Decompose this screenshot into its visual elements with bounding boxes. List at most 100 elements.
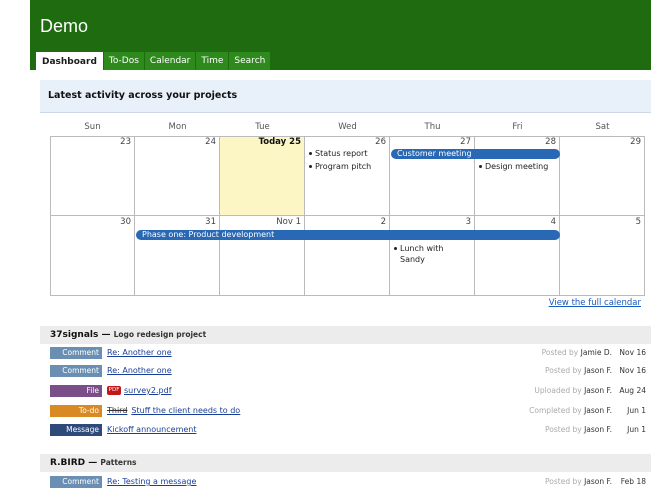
event-title: Program pitch <box>315 162 372 171</box>
calendar-day[interactable]: 27 <box>390 136 475 216</box>
calendar-day[interactable]: 26 <box>305 136 390 216</box>
calendar-event[interactable]: Design meeting <box>479 162 548 171</box>
activity-title: Latest activity across your projects <box>48 90 238 101</box>
project-name-text[interactable]: 37signals — <box>50 330 110 340</box>
activity-link[interactable]: Re: Testing a message <box>107 477 196 486</box>
event-title: Design meeting <box>485 162 549 171</box>
tab-todos[interactable]: To-Dos <box>103 52 144 70</box>
activity-header: Latest activity across your projects <box>40 80 651 113</box>
event-title: Lunch with <box>400 244 444 253</box>
activity-row: To-do Third Stuff the client needs to do … <box>40 404 651 418</box>
meta-action: Posted by <box>545 366 582 375</box>
day-number: 29 <box>630 137 641 147</box>
main-nav-tabs: Dashboard To-Dos Calendar Time Search <box>36 52 271 72</box>
view-full-calendar-link[interactable]: View the full calendar <box>549 298 641 308</box>
project-name[interactable]: 37signals — Logo redesign project <box>50 330 206 340</box>
project-header: R.BIRD — Patterns <box>40 454 651 472</box>
calendar-day[interactable]: 29 <box>560 136 645 216</box>
calendar-day-today[interactable]: Today 25 <box>220 136 305 216</box>
type-badge-todo: To-do <box>50 405 102 417</box>
meta-date: Jun 1 <box>627 406 646 415</box>
type-badge-file: File <box>50 385 102 397</box>
weekday-label: Wed <box>338 122 357 132</box>
meta-date: Aug 24 <box>619 386 646 395</box>
activity-row: Comment Re: Another one Posted by Jason … <box>40 364 651 378</box>
project-name-text[interactable]: R.BIRD — <box>50 458 97 468</box>
dashboard-main: Latest activity across your projects Sun… <box>30 70 651 492</box>
day-number: 4 <box>550 217 556 227</box>
tab-calendar[interactable]: Calendar <box>144 52 196 70</box>
calendar-day[interactable]: 28 <box>475 136 560 216</box>
project-description: Logo redesign project <box>113 330 207 339</box>
meta-date: Feb 18 <box>620 477 646 486</box>
day-number: 26 <box>375 137 386 147</box>
activity-link[interactable]: Re: Another one <box>107 366 172 375</box>
day-number: 24 <box>205 137 216 147</box>
tab-time[interactable]: Time <box>196 52 229 70</box>
meta-date: Nov 16 <box>619 366 646 375</box>
day-number: Today 25 <box>258 137 301 147</box>
meta-user: Jason F. <box>584 477 612 486</box>
day-number: Nov 1 <box>276 217 301 227</box>
calendar-grid: 23 24 Today 25 26 27 28 29 30 31 Nov 1 2… <box>50 136 645 296</box>
day-number: 30 <box>120 217 131 227</box>
type-badge-comment: Comment <box>50 365 102 377</box>
activity-row: File PDF survey2.pdf Uploaded by Jason F.… <box>40 384 651 398</box>
calendar-day[interactable]: 24 <box>135 136 220 216</box>
type-badge-comment: Comment <box>50 347 102 359</box>
file-link[interactable]: survey2.pdf <box>124 386 172 395</box>
activity-meta: Completed by Jason F. Jun 1 <box>529 406 646 415</box>
todo-link[interactable]: Stuff the client needs to do <box>131 406 240 415</box>
calendar-event[interactable]: Program pitch <box>309 162 371 171</box>
event-title: Status report <box>315 149 368 158</box>
bullet-icon <box>309 165 312 168</box>
meta-action: Completed by <box>529 406 582 415</box>
pdf-file-icon: PDF <box>107 386 121 395</box>
type-badge-comment: Comment <box>50 476 102 488</box>
bullet-icon <box>309 152 312 155</box>
weekday-label: Thu <box>424 122 441 132</box>
activity-meta: Posted by Jason F. Jun 1 <box>545 425 646 434</box>
day-number: 5 <box>635 217 641 227</box>
meta-action: Posted by <box>545 425 582 434</box>
activity-row: Message Kickoff announcement Posted by J… <box>40 423 651 437</box>
project-description: Patterns <box>100 458 137 467</box>
tab-search[interactable]: Search <box>229 52 271 70</box>
calendar-day[interactable]: 2 <box>305 216 390 296</box>
todo-list-name: Third <box>107 406 128 415</box>
calendar-event-continued: Sandy <box>400 255 425 264</box>
calendar-day[interactable]: 23 <box>50 136 135 216</box>
activity-link[interactable]: Kickoff announcement <box>107 425 196 434</box>
meta-action: Posted by <box>545 477 582 486</box>
calendar-day[interactable]: 31 <box>135 216 220 296</box>
project-name[interactable]: R.BIRD — Patterns <box>50 458 137 468</box>
calendar-weekdays: Sun Mon Tue Wed Thu Fri Sat <box>50 122 645 136</box>
calendar-event-bar[interactable]: Phase one: Product development <box>136 230 560 240</box>
activity-meta: Posted by Jason F. Nov 16 <box>545 366 646 375</box>
calendar-event-bar[interactable]: Customer meeting <box>391 149 560 159</box>
calendar-day[interactable]: 30 <box>50 216 135 296</box>
project-header: 37signals — Logo redesign project <box>40 326 651 344</box>
calendar-day[interactable]: Nov 1 <box>220 216 305 296</box>
activity-meta: Posted by Jamie D. Nov 16 <box>542 348 646 357</box>
activity-meta: Uploaded by Jason F. Aug 24 <box>534 386 646 395</box>
meta-user: Jason F. <box>584 366 612 375</box>
weekday-label: Sat <box>595 122 610 132</box>
tab-dashboard[interactable]: Dashboard <box>36 52 103 72</box>
weekday-label: Sun <box>84 122 101 132</box>
meta-date: Jun 1 <box>627 425 646 434</box>
bullet-icon <box>479 165 482 168</box>
calendar-day[interactable]: 5 <box>560 216 645 296</box>
calendar-event[interactable]: Lunch with <box>394 244 443 253</box>
meta-user: Jamie D. <box>580 348 612 357</box>
weekday-label: Mon <box>168 122 187 132</box>
calendar-day[interactable]: 4 <box>475 216 560 296</box>
activity-link[interactable]: Re: Another one <box>107 348 172 357</box>
meta-user: Jason F. <box>584 386 612 395</box>
activity-meta: Posted by Jason F. Feb 18 <box>545 477 646 486</box>
meta-user: Jason F. <box>584 425 612 434</box>
calendar-event[interactable]: Status report <box>309 149 367 158</box>
day-number: 31 <box>205 217 216 227</box>
day-number: 27 <box>460 137 471 147</box>
day-number: 23 <box>120 137 131 147</box>
